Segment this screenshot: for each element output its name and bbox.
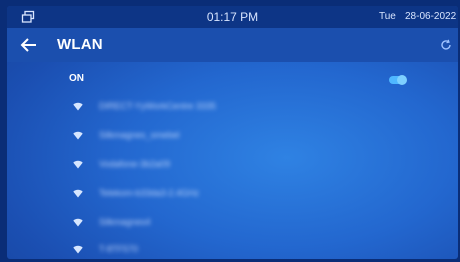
network-name: Silkmagnes_smebel xyxy=(99,130,180,140)
wifi-icon xyxy=(73,102,83,111)
network-item[interactable]: Silkmagnes_smebel xyxy=(7,125,458,151)
toggle-knob xyxy=(397,75,407,85)
network-name: Telekom-b33da3-2.4GHz xyxy=(99,188,200,198)
status-bar: 01:17 PM Tue 28-06-2022 xyxy=(7,6,458,28)
network-item[interactable]: Telekom-b33da3-2.4GHz xyxy=(7,183,458,209)
wifi-icon xyxy=(73,189,83,198)
status-date: 28-06-2022 xyxy=(405,11,457,22)
network-item[interactable]: Silkmagnes4 xyxy=(7,212,458,238)
wifi-icon xyxy=(73,131,83,140)
network-item[interactable]: T-8TF570 xyxy=(7,239,458,259)
screen: 01:17 PM Tue 28-06-2022 WLAN ON DIRECT-Y… xyxy=(7,6,458,259)
back-arrow-icon[interactable] xyxy=(20,36,38,54)
wifi-icon xyxy=(73,218,83,227)
wifi-icon xyxy=(73,160,83,169)
network-item[interactable]: DIRECT-YyWorkCentre 3335 xyxy=(7,96,458,122)
status-day: Tue xyxy=(379,11,396,22)
wifi-toggle-label: ON xyxy=(69,73,84,84)
header-bar: WLAN xyxy=(7,28,458,62)
page-title: WLAN xyxy=(57,36,103,53)
network-name: Silkmagnes4 xyxy=(99,217,151,227)
device-frame: 01:17 PM Tue 28-06-2022 WLAN ON DIRECT-Y… xyxy=(0,0,460,262)
network-item[interactable]: Vodafone-3b2a09 xyxy=(7,154,458,180)
network-name: Vodafone-3b2a09 xyxy=(99,159,171,169)
wifi-icon xyxy=(73,245,83,254)
network-name: T-8TF570 xyxy=(99,244,139,254)
refresh-icon[interactable] xyxy=(440,39,452,51)
network-name: DIRECT-YyWorkCentre 3335 xyxy=(99,101,216,111)
wifi-toggle-row[interactable]: ON xyxy=(7,70,458,90)
wifi-toggle-switch[interactable] xyxy=(389,75,407,85)
